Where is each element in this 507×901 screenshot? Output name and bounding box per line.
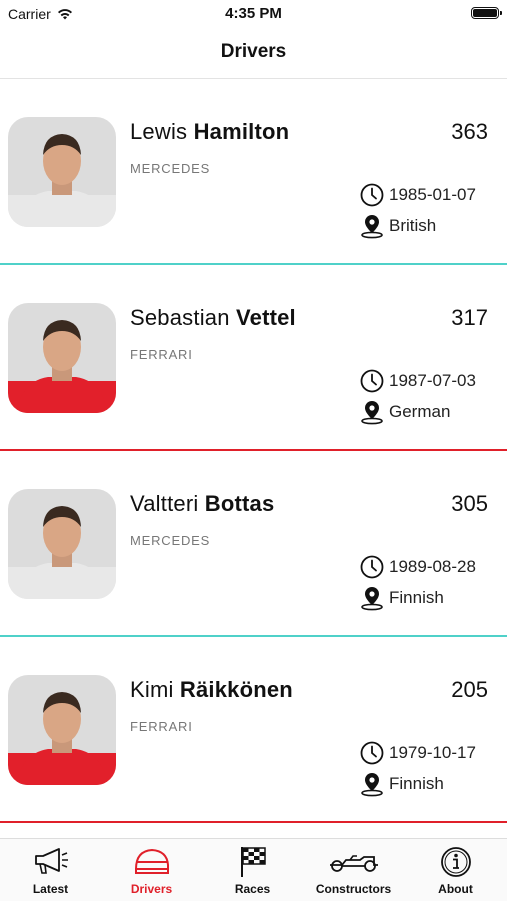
driver-name: Valtteri Bottas	[130, 491, 274, 517]
birth-date: 1987-07-03	[360, 368, 476, 394]
driver-last-name: Bottas	[204, 491, 275, 516]
status-bar: Carrier 4:35 PM	[0, 0, 507, 28]
nationality: German	[360, 399, 450, 425]
clock: 4:35 PM	[225, 5, 282, 22]
driver-portrait-image	[8, 489, 116, 599]
race-car-icon	[329, 855, 378, 872]
nationality: British	[360, 213, 436, 239]
driver-avatar	[8, 489, 116, 599]
driver-points: 205	[451, 677, 488, 702]
location-pin-icon	[361, 773, 383, 797]
location-pin-icon	[361, 401, 383, 425]
location-pin-icon	[361, 587, 383, 611]
nationality: Finnish	[360, 585, 444, 611]
driver-points: 305	[451, 491, 488, 516]
clock-icon	[360, 369, 384, 393]
driver-portrait-image	[8, 675, 116, 785]
driver-first-name: Kimi	[130, 677, 174, 702]
clock-icon	[360, 555, 384, 579]
nationality-value: Finnish	[389, 774, 444, 793]
driver-row[interactable]: Kimi Räikkönen FERRARI 205 1979-10-17 Fi…	[0, 637, 507, 823]
driver-team: FERRARI	[130, 719, 193, 734]
driver-first-name: Sebastian	[130, 305, 230, 330]
tab-about[interactable]: About	[405, 839, 506, 901]
tab-constructors[interactable]: Constructors	[303, 839, 404, 901]
tab-constructors-label: Constructors	[315, 882, 392, 896]
drivers-list[interactable]: Lewis Hamilton MERCEDES 363 1985-01-07 B…	[0, 79, 507, 823]
driver-team: MERCEDES	[130, 161, 211, 176]
clock-icon	[360, 741, 384, 765]
tab-drivers-label: Drivers	[130, 882, 173, 896]
battery-icon	[471, 7, 502, 19]
helmet-icon	[134, 848, 169, 874]
megaphone-icon	[34, 848, 68, 874]
page-title: Drivers	[220, 41, 287, 62]
birth-date: 1979-10-17	[360, 740, 476, 766]
driver-avatar	[8, 303, 116, 413]
checkered-flag-icon	[240, 847, 266, 877]
nationality-value: German	[389, 402, 451, 421]
tab-drivers[interactable]: Drivers	[101, 839, 202, 901]
driver-portrait-image	[8, 303, 116, 413]
nationality: Finnish	[360, 771, 444, 797]
info-icon	[440, 847, 471, 877]
driver-team: MERCEDES	[130, 533, 211, 548]
driver-points: 317	[451, 305, 488, 330]
birth-date-value: 1987-07-03	[389, 371, 476, 390]
tab-latest[interactable]: Latest	[0, 839, 101, 901]
location-pin-icon	[361, 215, 383, 239]
driver-last-name: Räikkönen	[179, 677, 293, 702]
driver-avatar	[8, 117, 116, 227]
driver-portrait-image	[8, 117, 116, 227]
driver-avatar	[8, 675, 116, 785]
driver-name: Kimi Räikkönen	[130, 677, 293, 703]
nationality-value: Finnish	[389, 588, 444, 607]
tab-latest-label: Latest	[32, 882, 69, 896]
driver-row[interactable]: Valtteri Bottas MERCEDES 305 1989-08-28 …	[0, 451, 507, 637]
tab-races[interactable]: Races	[202, 839, 303, 901]
birth-date-value: 1989-08-28	[389, 557, 476, 576]
nationality-value: British	[389, 216, 437, 235]
birth-date: 1989-08-28	[360, 554, 476, 580]
driver-last-name: Vettel	[235, 305, 296, 330]
birth-date: 1985-01-07	[360, 182, 476, 208]
driver-first-name: Lewis	[130, 119, 188, 144]
driver-last-name: Hamilton	[193, 119, 290, 144]
birth-date-value: 1985-01-07	[389, 185, 476, 204]
tab-about-label: About	[438, 882, 473, 896]
driver-name: Sebastian Vettel	[130, 305, 296, 331]
driver-row[interactable]: Lewis Hamilton MERCEDES 363 1985-01-07 B…	[0, 79, 507, 265]
navigation-bar: Drivers	[0, 28, 507, 79]
driver-name: Lewis Hamilton	[130, 119, 289, 145]
tab-races-label: Races	[234, 882, 271, 896]
driver-team: FERRARI	[130, 347, 193, 362]
driver-row[interactable]: Sebastian Vettel FERRARI 317 1987-07-03 …	[0, 265, 507, 451]
tab-bar: Latest Drivers Races Constructors About	[0, 838, 507, 901]
driver-points: 363	[451, 119, 488, 144]
clock-icon	[360, 183, 384, 207]
driver-first-name: Valtteri	[130, 491, 199, 516]
birth-date-value: 1979-10-17	[389, 743, 476, 762]
